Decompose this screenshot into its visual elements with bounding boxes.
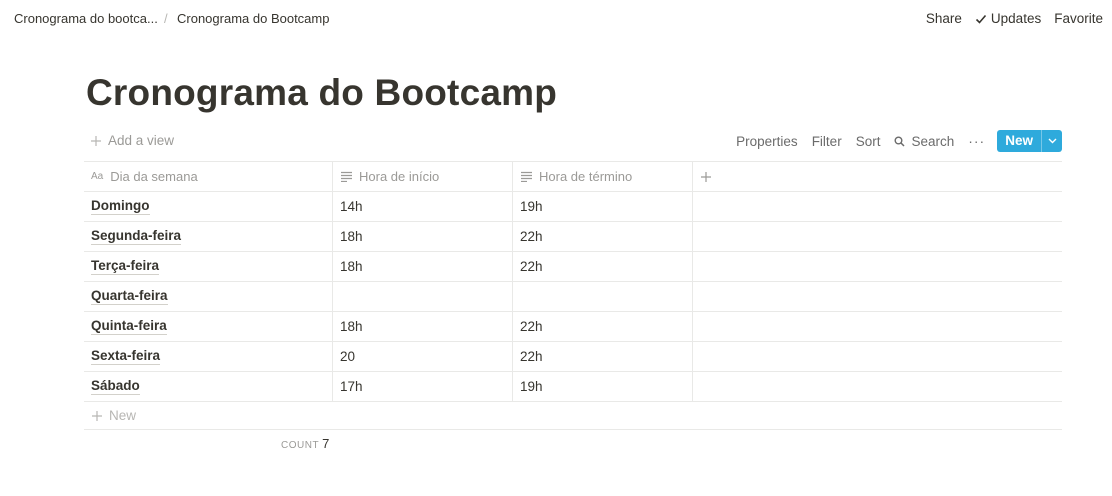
day-name[interactable]: Segunda-feira [91,228,182,245]
table-row[interactable]: Quinta-feira 18h 22h [84,312,1062,342]
add-row-button[interactable]: New [84,402,1062,430]
column-header-label: Hora de término [539,169,633,184]
day-cell[interactable]: Domingo [84,192,333,221]
day-name[interactable]: Quinta-feira [91,318,167,335]
column-header-end[interactable]: Hora de término [513,162,693,191]
text-lines-icon [521,171,532,182]
plus-icon [91,135,101,146]
search-button[interactable]: Search [894,134,954,149]
end-time-cell[interactable] [513,282,693,311]
sort-button[interactable]: Sort [856,134,881,149]
empty-cell[interactable] [693,282,1062,311]
empty-cell[interactable] [693,222,1062,251]
page-title[interactable]: Cronograma do Bootcamp [86,72,557,114]
table-row[interactable]: Segunda-feira 18h 22h [84,222,1062,252]
end-time-cell[interactable]: 19h [513,372,693,401]
start-time-cell[interactable]: 18h [333,312,513,341]
start-time-cell[interactable]: 18h [333,222,513,251]
day-cell[interactable]: Quarta-feira [84,282,333,311]
empty-cell[interactable] [693,192,1062,221]
start-time-cell[interactable] [333,282,513,311]
end-time-cell[interactable]: 22h [513,252,693,281]
count-label: COUNT [281,440,320,451]
breadcrumb-separator: / [164,11,168,26]
add-view-button[interactable]: Add a view [90,133,174,148]
end-time-cell[interactable]: 22h [513,312,693,341]
start-time-cell[interactable]: 20 [333,342,513,371]
table-row[interactable]: Quarta-feira [84,282,1062,312]
end-time-cell[interactable]: 22h [513,222,693,251]
start-time-cell[interactable]: 18h [333,252,513,281]
add-view-label: Add a view [108,133,175,148]
plus-icon [701,171,711,182]
day-name[interactable]: Sábado [91,378,140,395]
day-name[interactable]: Domingo [91,198,150,215]
view-toolbar: Properties Filter Sort Search ··· New [736,130,1062,152]
top-bar: Cronograma do bootca... / Cronograma do … [0,0,1112,38]
table-header-row: Aa Dia da semana Hora de início Hora de … [84,161,1062,192]
empty-cell[interactable] [693,252,1062,281]
day-cell[interactable]: Terça-feira [84,252,333,281]
properties-button[interactable]: Properties [736,134,798,149]
start-time-cell[interactable]: 17h [333,372,513,401]
share-button[interactable]: Share [926,11,962,26]
table-row[interactable]: Domingo 14h 19h [84,192,1062,222]
empty-cell[interactable] [693,372,1062,401]
database-table: Aa Dia da semana Hora de início Hora de … [84,161,1062,430]
chevron-down-icon [1048,138,1056,144]
add-row-label: New [109,408,137,423]
column-header-label: Dia da semana [110,169,198,184]
table-row[interactable]: Sábado 17h 19h [84,372,1062,402]
updates-label: Updates [990,11,1042,26]
day-cell[interactable]: Segunda-feira [84,222,333,251]
check-icon [975,14,987,24]
count-footer[interactable]: COUNT 7 [281,436,329,451]
add-property-button[interactable] [693,162,1062,191]
new-dropdown-button[interactable] [1041,130,1062,152]
end-time-cell[interactable]: 22h [513,342,693,371]
more-options-icon[interactable]: ··· [968,133,985,149]
day-cell[interactable]: Quinta-feira [84,312,333,341]
day-name[interactable]: Sexta-feira [91,348,161,365]
day-name[interactable]: Quarta-feira [91,288,168,305]
breadcrumb-current[interactable]: Cronograma do Bootcamp [177,11,329,26]
count-value: 7 [322,436,330,451]
day-name[interactable]: Terça-feira [91,258,160,275]
text-property-icon: Aa [91,171,104,182]
updates-button[interactable]: Updates [975,11,1041,26]
day-cell[interactable]: Sexta-feira [84,342,333,371]
plus-icon [92,410,102,421]
search-icon [894,136,905,147]
column-header-label: Hora de início [359,169,440,184]
filter-button[interactable]: Filter [812,134,842,149]
new-button-label[interactable]: New [997,130,1041,152]
end-time-cell[interactable]: 19h [513,192,693,221]
search-label: Search [911,133,955,149]
column-header-start[interactable]: Hora de início [333,162,513,191]
empty-cell[interactable] [693,342,1062,371]
favorite-button[interactable]: Favorite [1054,11,1103,26]
breadcrumb-parent[interactable]: Cronograma do bootca... [14,11,158,26]
start-time-cell[interactable]: 14h [333,192,513,221]
column-header-day[interactable]: Aa Dia da semana [84,162,333,191]
empty-cell[interactable] [693,312,1062,341]
day-cell[interactable]: Sábado [84,372,333,401]
table-row[interactable]: Sexta-feira 20 22h [84,342,1062,372]
table-row[interactable]: Terça-feira 18h 22h [84,252,1062,282]
text-lines-icon [341,171,352,182]
new-button[interactable]: New [997,130,1062,152]
top-actions: Share Updates Favorite [926,11,1103,26]
